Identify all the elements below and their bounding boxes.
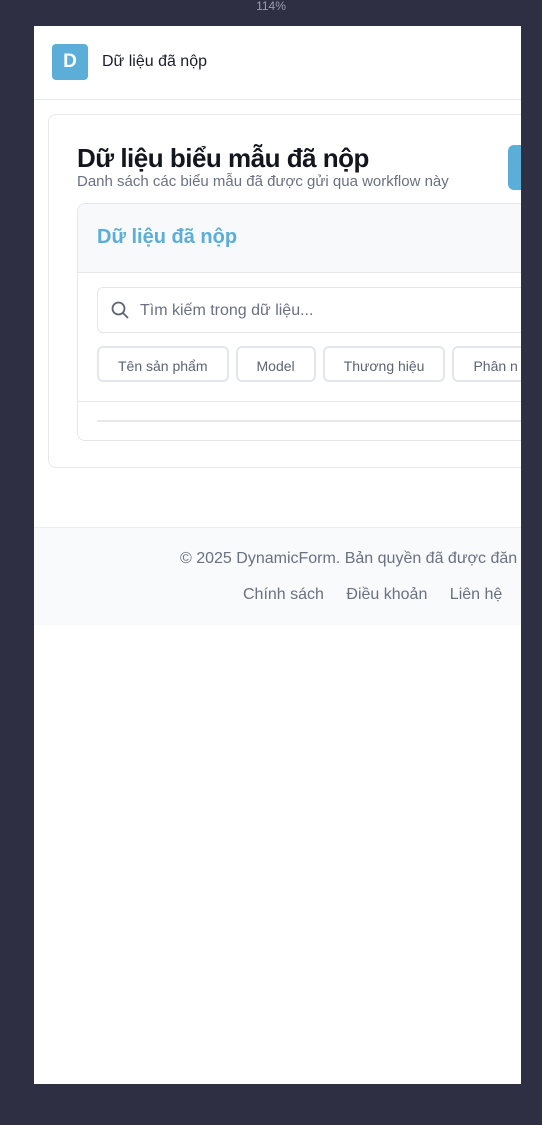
column-filter-chips: Tên sản phẩm Model Thương hiệu Phân n — [97, 346, 521, 382]
column-chip-model[interactable]: Model — [235, 346, 316, 382]
footer-link-policy[interactable]: Chính sách — [243, 586, 324, 604]
column-chip-category[interactable]: Phân n — [452, 346, 521, 382]
top-bar: D Dữ liệu đã nộp — [34, 26, 521, 100]
search-input[interactable] — [138, 288, 521, 334]
column-chip-product-name[interactable]: Tên sản phẩm — [97, 346, 229, 382]
footer-links: Chính sách Điều khoản Liên hệ — [243, 586, 520, 604]
copyright-text: © 2025 DynamicForm. Bản quyền đã được đă… — [180, 550, 518, 567]
app-window: D Dữ liệu đã nộp Dữ liệu biểu mẫu đã nộp… — [34, 26, 521, 1084]
footer-link-contact[interactable]: Liên hệ — [450, 586, 503, 604]
search-box[interactable] — [97, 287, 521, 334]
app-logo[interactable]: D — [52, 44, 88, 80]
action-button[interactable] — [508, 145, 521, 190]
panel-title: Dữ liệu đã nộp — [97, 226, 238, 248]
zoom-level: 114% — [256, 0, 286, 13]
footer-link-terms[interactable]: Điều khoản — [346, 586, 427, 604]
card-subtitle: Danh sách các biểu mẫu đã được gửi qua w… — [77, 173, 449, 190]
divider — [78, 401, 521, 402]
page-title: Dữ liệu đã nộp — [102, 53, 207, 70]
footer: © 2025 DynamicForm. Bản quyền đã được đă… — [34, 527, 521, 625]
table-placeholder-line — [97, 420, 521, 422]
column-chip-brand[interactable]: Thương hiệu — [322, 346, 446, 382]
search-icon — [111, 301, 129, 319]
data-panel: Dữ liệu đã nộp Tên sản phẩmModelThương h… — [77, 203, 521, 441]
card-title: Dữ liệu biểu mẫu đã nộp — [77, 143, 369, 173]
submissions-card: Dữ liệu biểu mẫu đã nộp Danh sách các bi… — [48, 114, 521, 468]
panel-header: Dữ liệu đã nộp — [78, 204, 521, 273]
